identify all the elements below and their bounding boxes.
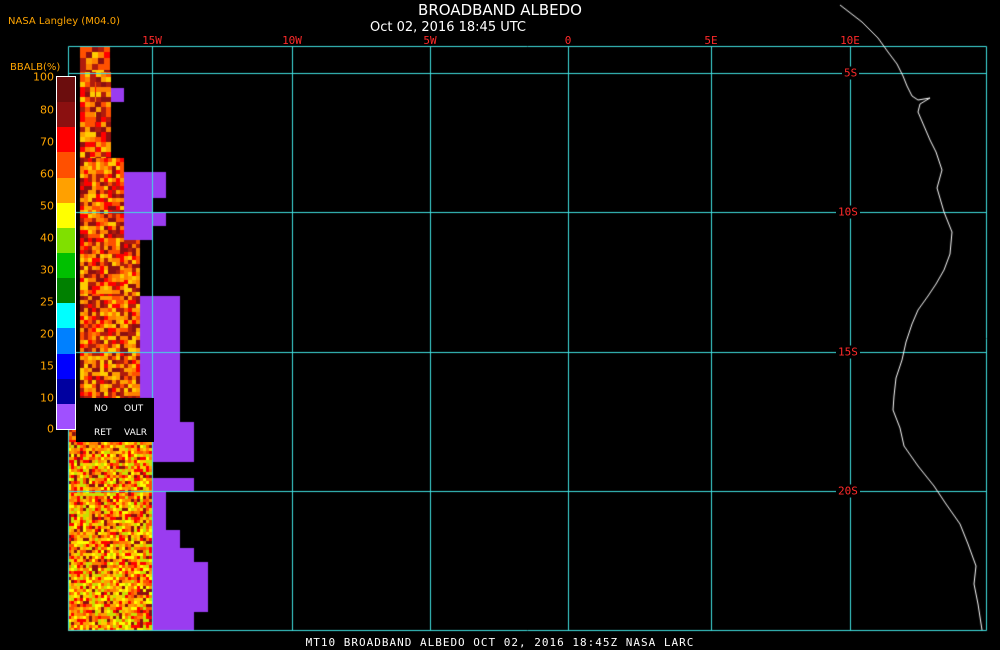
legend-tick-label: 80 <box>40 103 54 117</box>
legend-swatch <box>57 152 75 178</box>
lon-label-10e: 10E <box>840 34 860 47</box>
lat-label-20s: 20S <box>836 484 860 498</box>
legend-tick-label: 50 <box>40 199 54 213</box>
legend-swatch <box>57 353 75 379</box>
legend-tick-label: 15 <box>40 359 54 373</box>
lat-label-10s: 10S <box>836 205 860 219</box>
legend-tick-label: 30 <box>40 263 54 277</box>
legend-swatch <box>57 252 75 279</box>
legend-swatch <box>57 202 75 228</box>
legend-swatch <box>57 378 75 404</box>
legend-swatch <box>57 127 75 153</box>
legend-colorbar <box>56 76 76 430</box>
legend-tick-label: 10 <box>40 391 54 405</box>
lon-label-15w: 15W <box>142 34 162 47</box>
legend-swatch <box>57 303 75 329</box>
legend-swatch <box>57 403 75 429</box>
map-timestamp: Oct 02, 2016 18:45 UTC <box>370 20 526 35</box>
legend-swatch <box>57 328 75 354</box>
legend-tick-label: 60 <box>40 167 54 181</box>
out-valr-label-bottom: VALR <box>124 428 148 438</box>
legend-tick-label: 100 <box>33 70 54 84</box>
legend-swatch <box>57 227 75 253</box>
lon-label-0: 0 <box>564 34 572 47</box>
legend-tick-label: 25 <box>40 295 54 309</box>
footer-caption: MT10 BROADBAND ALBEDO OCT 02, 2016 18:45… <box>305 636 695 649</box>
legend-swatch <box>57 77 75 103</box>
out-valr-label-top: OUT <box>124 404 144 414</box>
lon-label-10w: 10W <box>282 34 302 47</box>
legend-tick-label: 40 <box>40 231 54 245</box>
legend-tick-label: 20 <box>40 327 54 341</box>
lon-label-5e: 5E <box>704 34 718 47</box>
legend-tick-label: 70 <box>40 135 54 149</box>
legend-tick-label: 0 <box>47 422 54 436</box>
lon-label-5w: 5W <box>423 34 437 47</box>
no-data-legend: NO OUT RET VALR <box>76 398 154 442</box>
map-title: BROADBAND ALBEDO <box>418 1 582 19</box>
lat-label-5s: 5S <box>842 66 860 80</box>
no-ret-label-bottom: RET <box>94 428 112 438</box>
legend-swatch <box>57 177 75 203</box>
albedo-map-canvas <box>0 0 1000 650</box>
lat-label-15s: 15S <box>836 345 860 359</box>
credit-label: NASA Langley (M04.0) <box>8 16 120 27</box>
legend-swatch <box>57 278 75 304</box>
no-ret-label-top: NO <box>94 404 108 414</box>
legend-swatch <box>57 102 75 128</box>
